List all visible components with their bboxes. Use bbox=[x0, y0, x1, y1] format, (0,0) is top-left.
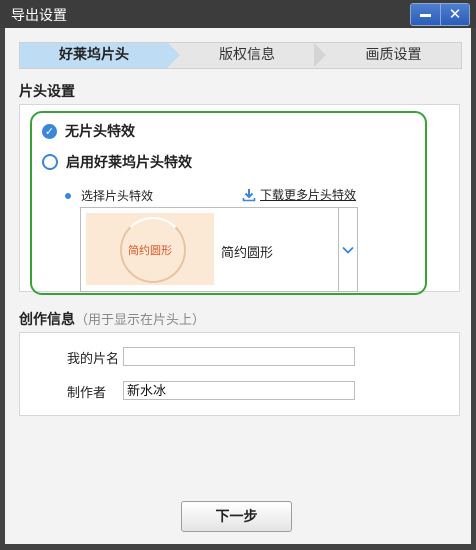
step-quality-label: 画质设置 bbox=[365, 47, 422, 63]
effect-list-scrollbar[interactable] bbox=[338, 208, 357, 291]
close-icon: ✕ bbox=[448, 5, 462, 23]
window-controls: ✕ bbox=[410, 3, 470, 26]
step-copyright[interactable]: 版权信息 bbox=[180, 43, 314, 68]
option-no-intro[interactable]: ✓ 无片头特效 bbox=[42, 122, 135, 140]
bullet-icon bbox=[65, 192, 71, 199]
download-icon bbox=[242, 188, 256, 201]
step-copyright-label: 版权信息 bbox=[219, 47, 275, 63]
effect-thumbnail[interactable]: 简约圆形 bbox=[86, 213, 214, 285]
window-title: 导出设置 bbox=[11, 8, 67, 24]
step-indicator: 好莱坞片头 版权信息 画质设置 bbox=[19, 42, 462, 69]
minimize-button[interactable] bbox=[411, 4, 440, 25]
credits-section-title-text: 创作信息 bbox=[19, 312, 75, 328]
next-step-button[interactable]: 下一步 bbox=[181, 501, 292, 532]
title-bar[interactable]: 导出设置 ✕ bbox=[0, 0, 476, 28]
checked-radio-icon: ✓ bbox=[42, 123, 57, 139]
credits-section-hint: （用于显示在片头上） bbox=[75, 313, 206, 328]
export-settings-dialog: 导出设置 ✕ 好莱坞片头 版权信息 画质设置 片头设置 ✓ 无片头特效 启用好莱… bbox=[0, 0, 476, 550]
step-intro[interactable]: 好莱坞片头 bbox=[20, 43, 168, 68]
intro-section-title: 片头设置 bbox=[19, 84, 75, 100]
credits-section-title: 创作信息（用于显示在片头上） bbox=[19, 309, 205, 329]
effect-thumbnail-text: 简约圆形 bbox=[128, 244, 172, 257]
minimize-icon bbox=[420, 14, 431, 17]
option-hollywood-intro[interactable]: 启用好莱坞片头特效 bbox=[42, 153, 192, 171]
dialog-body: 好莱坞片头 版权信息 画质设置 片头设置 ✓ 无片头特效 启用好莱坞片头特效 选… bbox=[5, 28, 471, 544]
close-button[interactable]: ✕ bbox=[440, 4, 469, 25]
option-hollywood-intro-label: 启用好莱坞片头特效 bbox=[66, 155, 192, 171]
choose-effect-label: 选择片头特效 bbox=[81, 189, 154, 203]
download-more-effects-link[interactable]: 下载更多片头特效 bbox=[242, 186, 356, 203]
step-intro-label: 好莱坞片头 bbox=[59, 47, 129, 63]
credits-panel: 我的片名 制作者 新水冰 bbox=[19, 332, 460, 416]
radio-icon bbox=[42, 154, 58, 170]
choose-effect-row: 选择片头特效 bbox=[65, 187, 153, 204]
intro-settings-panel: ✓ 无片头特效 启用好莱坞片头特效 选择片头特效 下载更多片头特效 简约圆形 简… bbox=[19, 104, 460, 295]
step-separator bbox=[168, 43, 180, 67]
effect-name[interactable]: 简约圆形 bbox=[221, 242, 273, 261]
intro-options-highlight: ✓ 无片头特效 启用好莱坞片头特效 选择片头特效 下载更多片头特效 简约圆形 简… bbox=[30, 111, 427, 295]
chevron-down-icon bbox=[342, 246, 354, 254]
movie-title-label: 我的片名 bbox=[67, 352, 120, 367]
download-more-effects-label: 下载更多片头特效 bbox=[260, 188, 357, 202]
author-input[interactable]: 新水冰 bbox=[123, 381, 355, 400]
effect-list[interactable]: 简约圆形 简约圆形 bbox=[80, 207, 358, 292]
author-label: 制作者 bbox=[67, 386, 107, 401]
step-quality[interactable]: 画质设置 bbox=[326, 43, 461, 68]
option-no-intro-label: 无片头特效 bbox=[65, 124, 135, 140]
step-separator bbox=[314, 43, 326, 67]
movie-title-input[interactable] bbox=[123, 347, 355, 366]
